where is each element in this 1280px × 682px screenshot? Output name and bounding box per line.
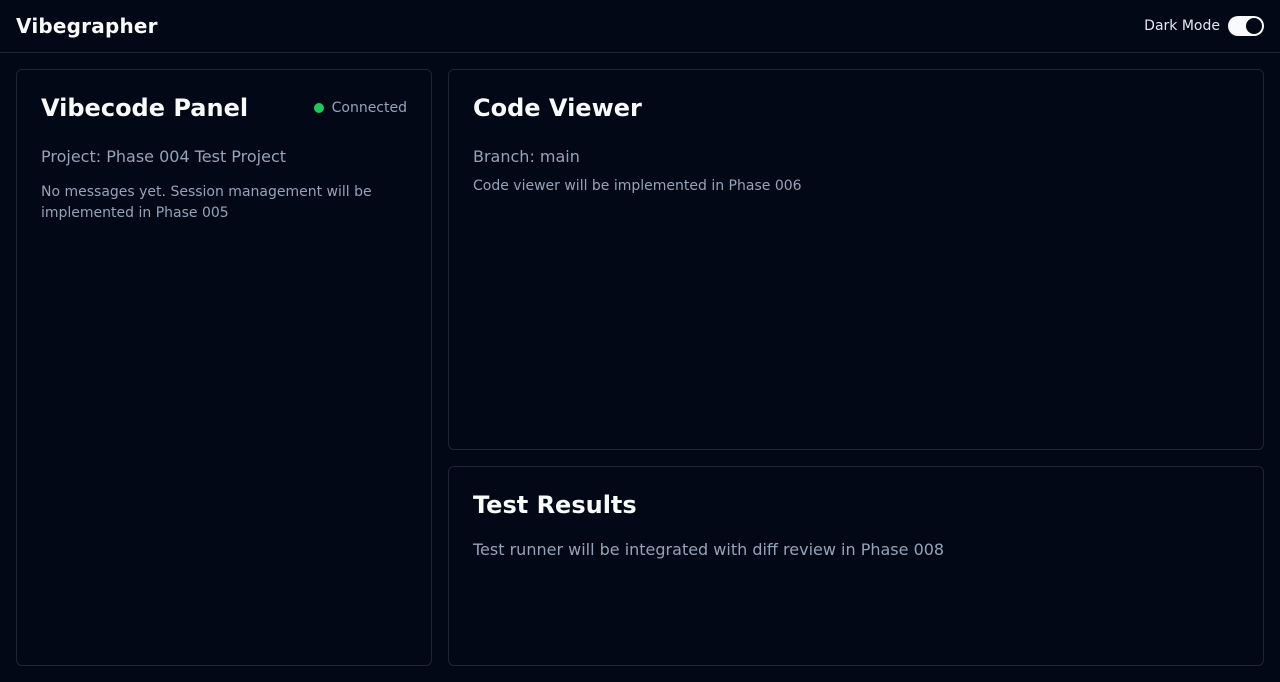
test-results-panel: Test Results Test runner will be integra… bbox=[448, 466, 1264, 666]
code-viewer-title: Code Viewer bbox=[473, 94, 642, 122]
empty-messages-note: No messages yet. Session management will… bbox=[41, 184, 372, 221]
toggle-knob bbox=[1246, 18, 1262, 34]
vibecode-panel-title: Vibecode Panel bbox=[41, 94, 249, 122]
dark-mode-label: Dark Mode bbox=[1144, 18, 1220, 34]
dark-mode-toggle[interactable] bbox=[1228, 16, 1264, 36]
project-label: Project: Phase 004 Test Project bbox=[41, 147, 287, 166]
connection-status: Connected bbox=[313, 100, 407, 116]
test-results-title: Test Results bbox=[473, 491, 637, 519]
code-viewer-placeholder: Code viewer will be implemented in Phase… bbox=[473, 178, 802, 194]
app-title: Vibegrapher bbox=[16, 14, 158, 38]
vibecode-panel-header: Vibecode Panel Connected bbox=[41, 92, 407, 124]
dark-mode-control: Dark Mode bbox=[1144, 16, 1264, 36]
status-text: Connected bbox=[331, 100, 407, 116]
vibecode-panel: Vibecode Panel Connected Project: Phase … bbox=[16, 69, 432, 666]
code-viewer-panel: Code Viewer Branch: main Code viewer wil… bbox=[448, 69, 1264, 450]
app-header: Vibegrapher Dark Mode bbox=[0, 0, 1280, 53]
status-dot-icon bbox=[313, 103, 324, 113]
test-results-placeholder: Test runner will be integrated with diff… bbox=[473, 540, 945, 559]
branch-label: Branch: main bbox=[473, 147, 580, 166]
